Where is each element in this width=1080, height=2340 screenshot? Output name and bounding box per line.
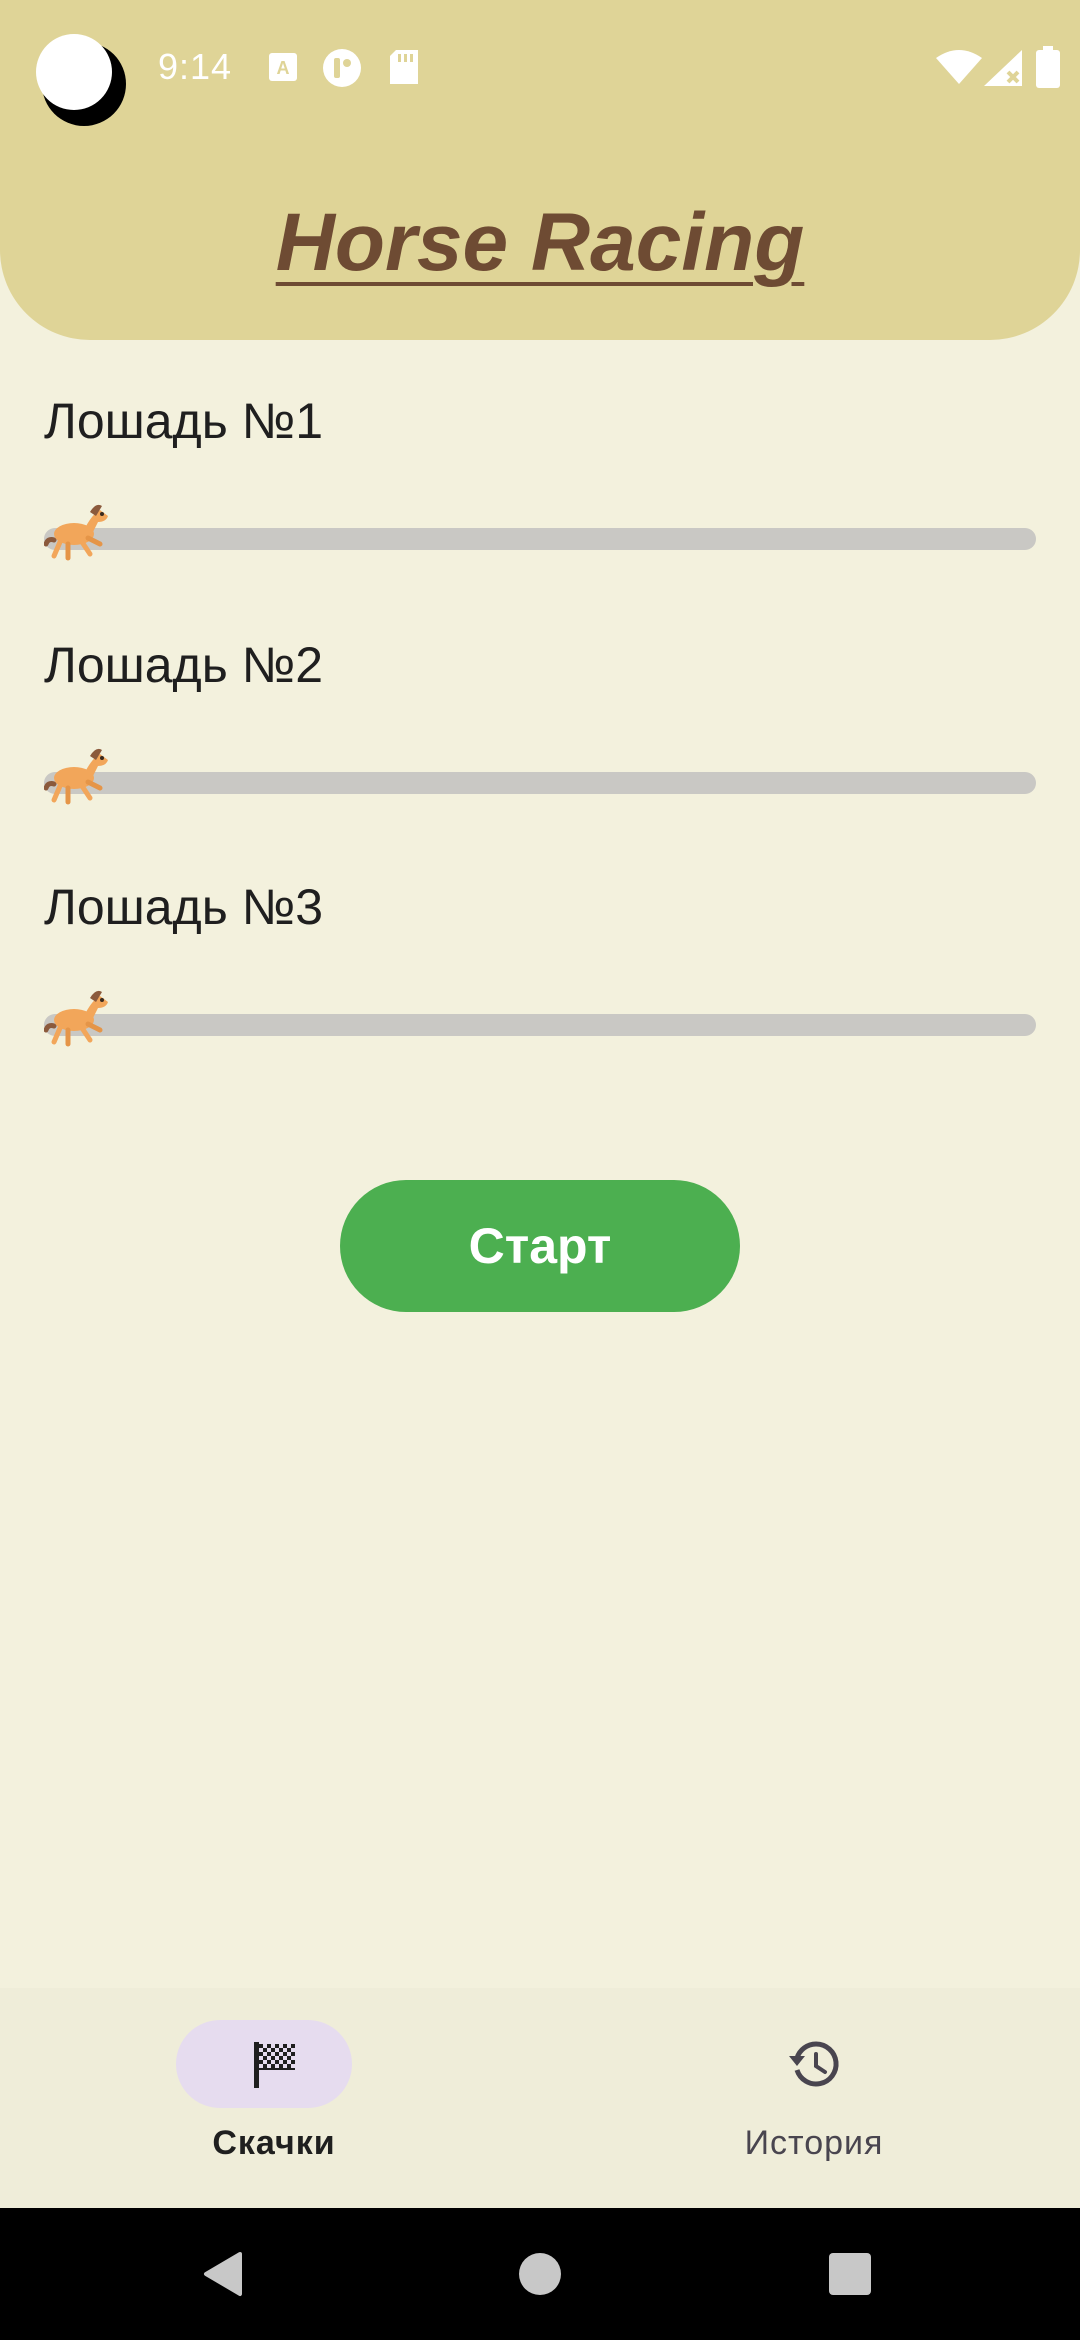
nav-label-races: Скачки bbox=[212, 2124, 336, 2162]
running-horse-icon bbox=[44, 748, 108, 805]
battery-icon bbox=[1036, 46, 1060, 88]
start-button[interactable]: Старт bbox=[340, 1180, 740, 1312]
running-horse-icon bbox=[44, 990, 108, 1047]
horse-1-track bbox=[44, 528, 1036, 550]
horse-1-label: Лошадь №1 bbox=[44, 393, 324, 449]
horse-3-label: Лошадь №3 bbox=[44, 879, 324, 935]
status-bar: 9:14 A bbox=[0, 0, 1080, 140]
running-horse-icon bbox=[44, 504, 108, 561]
nav-label-history: История bbox=[744, 2124, 884, 2162]
keyboard-a-icon: A bbox=[269, 53, 297, 81]
page-title: Horse Racing bbox=[275, 197, 805, 288]
home-icon[interactable] bbox=[518, 2252, 562, 2296]
nav-item-races[interactable]: Скачки bbox=[124, 1988, 424, 2208]
app-t-icon bbox=[323, 49, 361, 87]
signal-no-sim-icon bbox=[984, 50, 1022, 86]
history-icon bbox=[789, 2041, 839, 2087]
moon-icon bbox=[36, 34, 126, 126]
nav-item-history[interactable]: История bbox=[664, 1988, 964, 2208]
system-navigation-bar bbox=[0, 2208, 1080, 2340]
status-time: 9:14 bbox=[158, 46, 233, 87]
recents-icon[interactable] bbox=[828, 2252, 872, 2296]
bottom-navigation: Скачки История bbox=[0, 1988, 1080, 2208]
horse-2-track bbox=[44, 772, 1036, 794]
back-icon[interactable] bbox=[200, 2250, 248, 2298]
svg-text:A: A bbox=[277, 58, 290, 78]
wifi-icon bbox=[936, 50, 982, 84]
horse-3-track bbox=[44, 1014, 1036, 1036]
horse-2-label: Лошадь №2 bbox=[44, 637, 324, 693]
sd-card-icon bbox=[390, 50, 418, 84]
checkered-flag-icon bbox=[254, 2042, 295, 2088]
